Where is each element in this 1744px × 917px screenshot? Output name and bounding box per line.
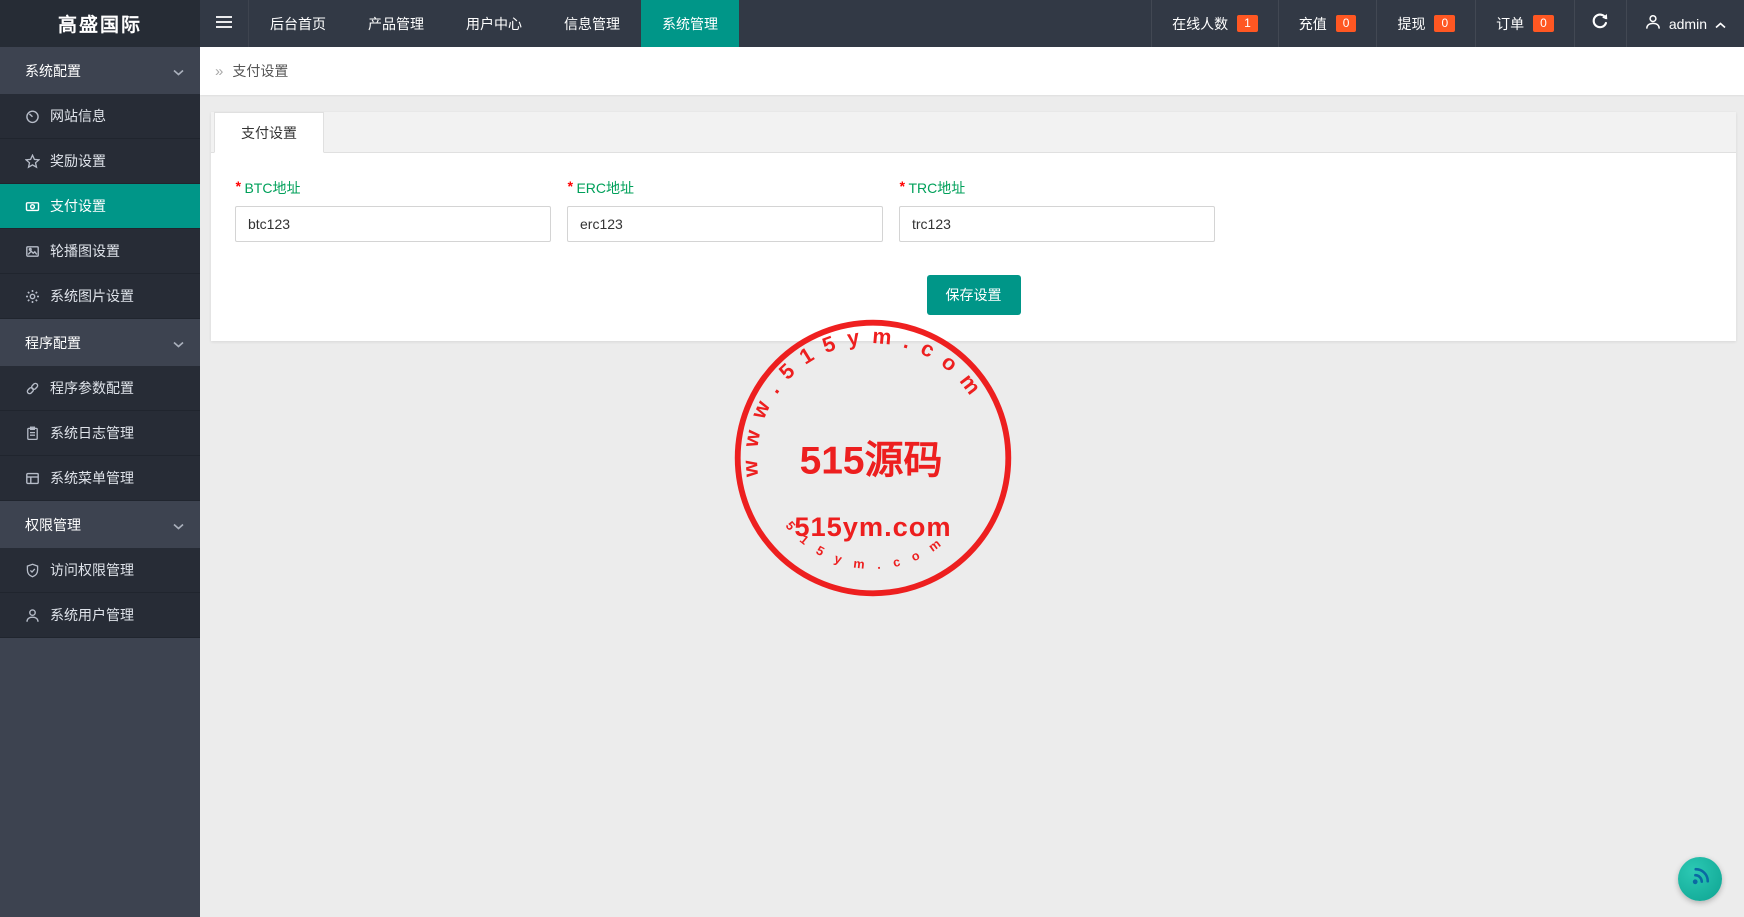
breadcrumb-current: 支付设置: [232, 61, 288, 81]
sidebar-item-system-images[interactable]: 系统图片设置: [0, 274, 200, 319]
save-settings-button[interactable]: 保存设置: [927, 275, 1021, 315]
sidebar-item-system-users[interactable]: 系统用户管理: [0, 593, 200, 638]
button-row: 保存设置: [235, 275, 1712, 315]
main-content: » 支付设置 支付设置 *BTC地址: [200, 47, 1744, 917]
chevron-up-icon: [1715, 16, 1726, 32]
admin-screen: 高盛国际 后台首页 产品管理 用户中心 信息管理 系统管理 在线人数 1 充值 …: [0, 0, 1744, 917]
tab-payment-settings[interactable]: 支付设置: [214, 112, 324, 153]
gear-icon: [24, 289, 40, 304]
sidebar-group-system-config[interactable]: 系统配置: [0, 47, 200, 94]
erc-address-input[interactable]: [567, 206, 883, 242]
star-icon: [24, 154, 40, 169]
sidebar-item-reward-settings[interactable]: 奖励设置: [0, 139, 200, 184]
admin-user-menu[interactable]: admin: [1626, 0, 1744, 47]
admin-username: admin: [1669, 16, 1707, 32]
sidebar-item-label: 支付设置: [50, 196, 106, 216]
link-icon: [24, 381, 40, 396]
sidebar-item-carousel-settings[interactable]: 轮播图设置: [0, 229, 200, 274]
breadcrumb-arrow-icon: »: [215, 63, 223, 80]
sidebar-group-permissions[interactable]: 权限管理: [0, 501, 200, 548]
topnav-item-info[interactable]: 信息管理: [543, 0, 641, 47]
payment-settings-card: 支付设置 *BTC地址 *ERC地址: [211, 112, 1736, 341]
topnav-item-products[interactable]: 产品管理: [347, 0, 445, 47]
form-row: *BTC地址 *ERC地址 *TRC地址: [235, 178, 1712, 242]
btc-address-input[interactable]: [235, 206, 551, 242]
refresh-button[interactable]: [1574, 0, 1626, 47]
stat-label: 充值: [1299, 14, 1327, 34]
sidebar-item-system-menus[interactable]: 系统菜单管理: [0, 456, 200, 501]
sidebar-item-label: 网站信息: [50, 106, 106, 126]
stat-withdraw[interactable]: 提现 0: [1376, 0, 1475, 47]
sound-widget-button[interactable]: [1678, 857, 1722, 901]
required-asterisk: *: [235, 178, 240, 194]
sidebar-item-program-params[interactable]: 程序参数配置: [0, 366, 200, 411]
stat-badge: 1: [1237, 15, 1258, 32]
stat-orders[interactable]: 订单 0: [1475, 0, 1574, 47]
trc-address-input[interactable]: [899, 206, 1215, 242]
header-spacer: [739, 0, 1151, 47]
stat-badge: 0: [1336, 15, 1357, 32]
stat-online-users[interactable]: 在线人数 1: [1151, 0, 1278, 47]
tab-strip: 支付设置: [211, 112, 1736, 153]
topnav-item-dashboard[interactable]: 后台首页: [249, 0, 347, 47]
sidebar-item-label: 系统图片设置: [50, 286, 134, 306]
required-asterisk: *: [567, 178, 572, 194]
stat-badge: 0: [1533, 15, 1554, 32]
stat-badge: 0: [1434, 15, 1455, 32]
sidebar-item-system-logs[interactable]: 系统日志管理: [0, 411, 200, 456]
user-icon: [24, 608, 40, 623]
sidebar-group-program-config[interactable]: 程序配置: [0, 319, 200, 366]
money-icon: [24, 199, 40, 214]
stat-recharge[interactable]: 充值 0: [1278, 0, 1377, 47]
topnav-item-system[interactable]: 系统管理: [641, 0, 739, 47]
shield-check-icon: [24, 563, 40, 578]
menu-window-icon: [24, 471, 40, 486]
sidebar-item-label: 奖励设置: [50, 151, 106, 171]
erc-address-field: *ERC地址: [567, 178, 883, 242]
image-icon: [24, 244, 40, 259]
sidebar-item-site-info[interactable]: 网站信息: [0, 94, 200, 139]
stat-label: 订单: [1496, 14, 1524, 34]
sidebar-item-label: 程序参数配置: [50, 378, 134, 398]
sound-waves-icon: [1685, 862, 1715, 897]
sidebar-item-label: 轮播图设置: [50, 241, 120, 261]
sidebar-item-access-permissions[interactable]: 访问权限管理: [0, 548, 200, 593]
hamburger-icon: [216, 15, 232, 33]
required-asterisk: *: [899, 178, 904, 194]
payment-settings-form: *BTC地址 *ERC地址 *TRC地址: [211, 153, 1736, 341]
sidebar-item-label: 系统菜单管理: [50, 468, 134, 488]
chevron-down-icon: [173, 63, 184, 79]
stat-label: 提现: [1397, 14, 1425, 34]
refresh-icon: [1591, 12, 1609, 35]
top-header: 高盛国际 后台首页 产品管理 用户中心 信息管理 系统管理 在线人数 1 充值 …: [0, 0, 1744, 47]
sidebar-item-label: 访问权限管理: [50, 560, 134, 580]
sidebar-item-payment-settings[interactable]: 支付设置: [0, 184, 200, 229]
sidebar-toggle-button[interactable]: [200, 0, 249, 47]
chevron-down-icon: [173, 335, 184, 351]
btc-address-field: *BTC地址: [235, 178, 551, 242]
breadcrumb: » 支付设置: [200, 47, 1744, 95]
brand-logo: 高盛国际: [0, 0, 200, 47]
sidebar-item-label: 系统日志管理: [50, 423, 134, 443]
btc-address-label: *BTC地址: [235, 178, 551, 198]
gauge-icon: [24, 109, 40, 124]
stat-label: 在线人数: [1172, 14, 1228, 34]
trc-address-label: *TRC地址: [899, 178, 1215, 198]
trc-address-field: *TRC地址: [899, 178, 1215, 242]
erc-address-label: *ERC地址: [567, 178, 883, 198]
sidebar: 系统配置 网站信息 奖励设置 支付设置: [0, 47, 200, 917]
topnav-item-users[interactable]: 用户中心: [445, 0, 543, 47]
log-icon: [24, 426, 40, 441]
chevron-down-icon: [173, 517, 184, 533]
sidebar-item-label: 系统用户管理: [50, 605, 134, 625]
user-icon: [1645, 14, 1661, 33]
